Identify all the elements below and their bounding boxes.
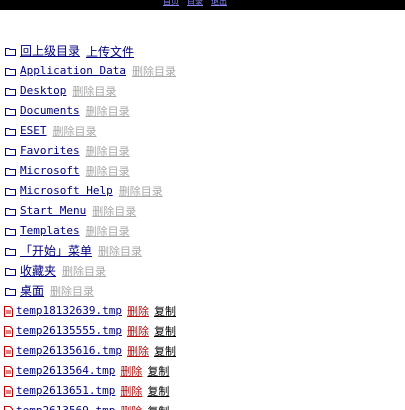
copy-file-link[interactable]: 复制: [147, 363, 169, 379]
file-link-0[interactable]: temp18132639.tmp: [16, 304, 122, 318]
folder-icon: [0, 201, 20, 221]
top-link-0[interactable]: 首页: [163, 0, 179, 7]
file-icon: [0, 401, 16, 410]
file-link-3[interactable]: temp2613564.tmp: [16, 364, 115, 378]
delete-file-link[interactable]: 删除: [127, 343, 149, 359]
folder-link-1[interactable]: Desktop: [20, 84, 66, 98]
delete-directory-link[interactable]: 删除目录: [86, 223, 130, 239]
folder-icon: [0, 181, 20, 201]
folder-row-1: Desktop 删除目录: [0, 81, 405, 101]
folder-row-9: 「开始」菜单 删除目录: [0, 241, 405, 261]
folder-link-6[interactable]: Microsoft Help: [20, 184, 113, 198]
file-row-0: temp18132639.tmp 删除 复制: [0, 301, 405, 321]
copy-file-link[interactable]: 复制: [147, 383, 169, 399]
delete-directory-link[interactable]: 删除目录: [53, 123, 97, 139]
folder-icon: [0, 61, 20, 81]
folder-icon: [0, 41, 20, 61]
upload-file-link[interactable]: 上传文件: [86, 43, 134, 60]
delete-directory-link[interactable]: 删除目录: [119, 183, 163, 199]
file-row-3: temp2613564.tmp 删除 复制: [0, 361, 405, 381]
file-row-1: temp26135555.tmp 删除 复制: [0, 321, 405, 341]
folder-row-2: Documents 删除目录: [0, 101, 405, 121]
folder-icon: [0, 261, 20, 281]
file-icon: [0, 341, 16, 361]
top-link-1[interactable]: 目录: [187, 0, 203, 7]
folder-link-2[interactable]: Documents: [20, 104, 80, 118]
folder-icon: [0, 101, 20, 121]
copy-file-link[interactable]: 复制: [154, 343, 176, 359]
copy-file-link[interactable]: 复制: [154, 323, 176, 339]
file-link-4[interactable]: temp2613651.tmp: [16, 384, 115, 398]
folder-link-10[interactable]: 收藏夹: [20, 264, 56, 278]
file-row-5: temp2613569.tmp 删除 复制: [0, 401, 405, 410]
folder-link-11[interactable]: 桌面: [20, 284, 44, 298]
folder-icon: [0, 221, 20, 241]
copy-file-link[interactable]: 复制: [154, 303, 176, 319]
delete-directory-link[interactable]: 删除目录: [98, 243, 142, 259]
parent-directory-link[interactable]: 回上级目录: [20, 44, 80, 58]
delete-file-link[interactable]: 删除: [127, 323, 149, 339]
folder-row-11: 桌面 删除目录: [0, 281, 405, 301]
folder-icon: [0, 241, 20, 261]
file-icon: [0, 361, 16, 381]
folder-icon: [0, 281, 20, 301]
file-browser-list: 回上级目录 上传文件 Application Data 删除目录 Desktop…: [0, 41, 405, 410]
delete-directory-link[interactable]: 删除目录: [132, 63, 176, 79]
delete-directory-link[interactable]: 删除目录: [50, 283, 94, 299]
folder-row-10: 收藏夹 删除目录: [0, 261, 405, 281]
file-icon: [0, 381, 16, 401]
folder-link-8[interactable]: Templates: [20, 224, 80, 238]
top-links: 首页 目录 退出: [163, 0, 227, 7]
folder-link-5[interactable]: Microsoft: [20, 164, 80, 178]
folder-row-5: Microsoft 删除目录: [0, 161, 405, 181]
folder-row-4: Favorites 删除目录: [0, 141, 405, 161]
file-icon: [0, 301, 16, 321]
delete-file-link[interactable]: 删除: [127, 303, 149, 319]
delete-directory-link[interactable]: 删除目录: [72, 83, 116, 99]
folder-icon: [0, 141, 20, 161]
file-link-1[interactable]: temp26135555.tmp: [16, 324, 122, 338]
delete-file-link[interactable]: 删除: [120, 383, 142, 399]
folder-row-3: ESET 删除目录: [0, 121, 405, 141]
delete-directory-link[interactable]: 删除目录: [92, 203, 136, 219]
delete-directory-link[interactable]: 删除目录: [86, 143, 130, 159]
top-link-2[interactable]: 退出: [211, 0, 227, 7]
folder-icon: [0, 161, 20, 181]
delete-file-link[interactable]: 删除: [120, 363, 142, 379]
delete-directory-link[interactable]: 删除目录: [62, 263, 106, 279]
file-link-2[interactable]: temp26135616.tmp: [16, 344, 122, 358]
file-row-4: temp2613651.tmp 删除 复制: [0, 381, 405, 401]
folder-row-7: Start Menu 删除目录: [0, 201, 405, 221]
folder-link-0[interactable]: Application Data: [20, 64, 126, 78]
folder-link-3[interactable]: ESET: [20, 124, 47, 138]
top-bar: 首页 目录 退出: [0, 0, 405, 10]
file-link-5[interactable]: temp2613569.tmp: [16, 404, 115, 410]
parent-directory-row: 回上级目录 上传文件: [0, 41, 405, 61]
folder-icon: [0, 121, 20, 141]
copy-file-link[interactable]: 复制: [147, 403, 169, 410]
delete-directory-link[interactable]: 删除目录: [86, 103, 130, 119]
file-row-2: temp26135616.tmp 删除 复制: [0, 341, 405, 361]
folder-row-6: Microsoft Help 删除目录: [0, 181, 405, 201]
file-icon: [0, 321, 16, 341]
delete-directory-link[interactable]: 删除目录: [86, 163, 130, 179]
folder-icon: [0, 81, 20, 101]
folder-link-7[interactable]: Start Menu: [20, 204, 86, 218]
folder-link-4[interactable]: Favorites: [20, 144, 80, 158]
folder-link-9[interactable]: 「开始」菜单: [20, 244, 92, 258]
delete-file-link[interactable]: 删除: [120, 403, 142, 410]
folder-row-0: Application Data 删除目录: [0, 61, 405, 81]
folder-row-8: Templates 删除目录: [0, 221, 405, 241]
